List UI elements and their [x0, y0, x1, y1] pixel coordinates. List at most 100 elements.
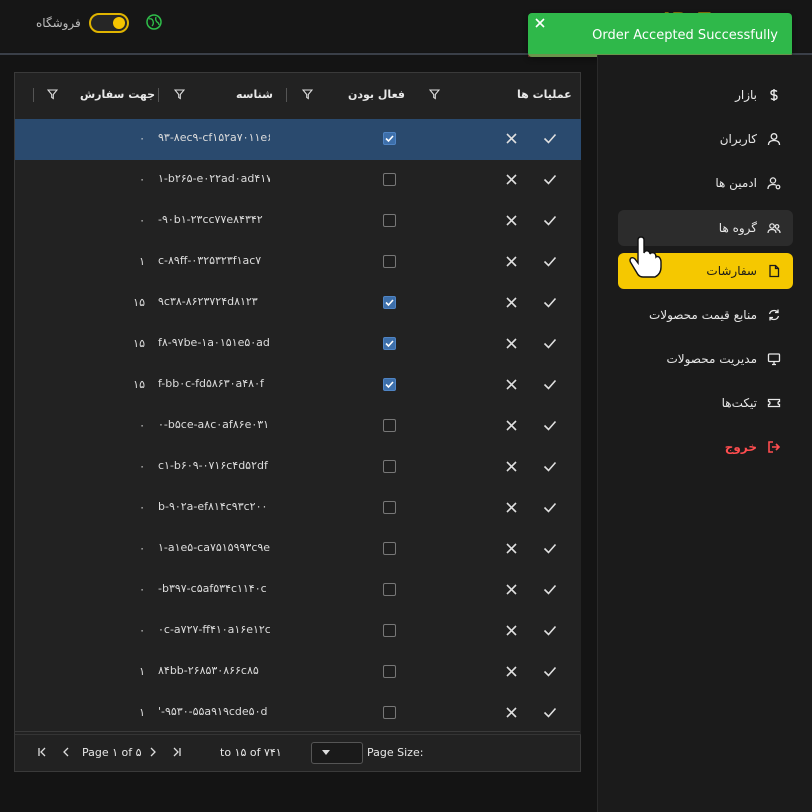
table-row[interactable]: ۰ ۰c-a۷۲۷-ff۴۱۰a۱۶e۱۲c	[15, 611, 581, 653]
active-checkbox[interactable]	[383, 706, 396, 719]
reject-icon[interactable]	[505, 132, 518, 145]
sidebar-item-8[interactable]: خروج	[618, 429, 793, 465]
order-direction-cell: ۱۵	[133, 337, 145, 350]
accept-icon[interactable]	[543, 665, 557, 678]
dollar-icon	[770, 89, 778, 101]
order-direction-cell: ۰	[139, 132, 145, 145]
page-size-select[interactable]	[311, 742, 363, 764]
reject-icon[interactable]	[505, 460, 518, 473]
accept-icon[interactable]	[543, 296, 557, 309]
active-checkbox[interactable]	[383, 378, 396, 391]
refresh-icon	[768, 309, 780, 321]
hand-cursor-icon	[629, 236, 662, 278]
active-checkbox[interactable]	[383, 255, 396, 268]
table-row[interactable]: ۱۵ f-bb۰c-fd۵۸۶۳۰a۴۸۰f	[15, 365, 581, 407]
active-checkbox[interactable]	[383, 460, 396, 473]
sidebar-item-0[interactable]: بازار	[618, 77, 793, 113]
table-row[interactable]: ۱۵ f۸-۹۷be-۱a۰۱۵۱e۵۰ad۱	[15, 324, 581, 366]
accept-icon[interactable]	[543, 378, 557, 391]
active-checkbox[interactable]	[383, 419, 396, 432]
column-separator[interactable]	[33, 88, 34, 102]
active-checkbox[interactable]	[383, 583, 396, 596]
active-checkbox[interactable]	[383, 214, 396, 227]
accept-icon[interactable]	[543, 337, 557, 350]
globe-icon[interactable]	[146, 14, 162, 30]
sidebar-item-7[interactable]: تیکت‌ها	[618, 385, 793, 421]
column-header-id[interactable]: شناسه	[236, 88, 273, 101]
sidebar-item-6[interactable]: مدیریت محصولات	[618, 341, 793, 377]
active-checkbox[interactable]	[383, 665, 396, 678]
sidebar-item-label: کاربران	[719, 132, 757, 146]
active-checkbox[interactable]	[383, 501, 396, 514]
column-header-direction[interactable]: جهت سفارش	[80, 88, 155, 101]
active-checkbox[interactable]	[383, 132, 396, 145]
active-checkbox[interactable]	[383, 296, 396, 309]
accept-icon[interactable]	[543, 419, 557, 432]
accept-icon[interactable]	[543, 542, 557, 555]
table-row[interactable]: ۰ ۱-b۲۶۵-e۰۲۲ad۰ad۴۱۷	[15, 160, 581, 202]
reject-icon[interactable]	[505, 501, 518, 514]
column-header-operations[interactable]: عملیات ها	[517, 88, 572, 101]
table-row[interactable]: ۰ b-۹۰۲a-ef۸۱۴c۹۳c۲۰۰	[15, 488, 581, 530]
order-id-cell: c-۸۹ff-۰۳۲۵۳۲۳f۱ac۷	[158, 254, 262, 267]
filter-icon[interactable]	[302, 89, 313, 100]
reject-icon[interactable]	[505, 255, 518, 268]
accept-icon[interactable]	[543, 624, 557, 637]
table-row[interactable]: ۰ ۰-b۵ce-a۸c۰af۸۶e۰۳۱	[15, 406, 581, 448]
table-row[interactable]: ۰ ۹۳-۸ec۹-cf۱۵۲a۷۰۱۱e۶	[15, 119, 581, 161]
accept-icon[interactable]	[543, 214, 557, 227]
first-page-icon[interactable]	[37, 747, 47, 757]
last-page-icon[interactable]	[172, 747, 182, 757]
column-separator[interactable]	[158, 88, 159, 102]
table-row[interactable]: ۰ -۹۰b۱-۲۳cc۷۷e۸۴۳۴۲	[15, 201, 581, 243]
order-id-cell: ۰c-a۷۲۷-ff۴۱۰a۱۶e۱۲c	[158, 623, 270, 636]
active-checkbox[interactable]	[383, 542, 396, 555]
order-id-cell: -۹۰b۱-۲۳cc۷۷e۸۴۳۴۲	[158, 213, 263, 226]
reject-icon[interactable]	[505, 665, 518, 678]
active-checkbox[interactable]	[383, 173, 396, 186]
reject-icon[interactable]	[505, 706, 518, 719]
accept-icon[interactable]	[543, 173, 557, 186]
sidebar-item-2[interactable]: ادمین ها	[618, 165, 793, 201]
filter-icon[interactable]	[429, 89, 440, 100]
table-row[interactable]: ۱ '-۹۵۳۰-۵۵a۹۱۹cde۵۰d	[15, 693, 581, 735]
accept-icon[interactable]	[543, 706, 557, 719]
active-checkbox[interactable]	[383, 624, 396, 637]
accept-icon[interactable]	[543, 501, 557, 514]
table-row[interactable]: ۰ c۱-b۶۰۹-۰۷۱۶c۴d۵۲df۰	[15, 447, 581, 489]
reject-icon[interactable]	[505, 337, 518, 350]
sidebar-item-5[interactable]: منابع قیمت محصولات	[618, 297, 793, 333]
sidebar-item-label: خروج	[724, 440, 757, 454]
checkmark-icon	[385, 340, 394, 348]
table-row[interactable]: ۰ -b۳۹۷-c۵af۵۳۴c۱۱۴۰c	[15, 570, 581, 612]
reject-icon[interactable]	[505, 214, 518, 227]
table-row[interactable]: ۱ ۸۴bb-۲۶۸۵۳۰۸۶۶c۸۵	[15, 652, 581, 694]
store-toggle[interactable]	[88, 13, 129, 33]
table-row[interactable]: ۰ ۱-a۱e۵-ca۷۵۱۵۹۹۳c۹e	[15, 529, 581, 571]
filter-icon[interactable]	[47, 89, 58, 100]
reject-icon[interactable]	[505, 542, 518, 555]
close-icon[interactable]	[533, 16, 547, 30]
column-header-active[interactable]: فعال بودن	[348, 88, 405, 101]
reject-icon[interactable]	[505, 378, 518, 391]
reject-icon[interactable]	[505, 296, 518, 309]
reject-icon[interactable]	[505, 173, 518, 186]
sidebar-item-1[interactable]: کاربران	[618, 121, 793, 157]
table-row[interactable]: ۱۵ ۹c۳۸-۸۶۲۳۷۲۴d۸۱۲۳	[15, 283, 581, 325]
accept-icon[interactable]	[543, 583, 557, 596]
accept-icon[interactable]	[543, 255, 557, 268]
accept-icon[interactable]	[543, 132, 557, 145]
prev-page-icon[interactable]	[61, 747, 71, 757]
filter-icon[interactable]	[174, 89, 185, 100]
reject-icon[interactable]	[505, 419, 518, 432]
accept-icon[interactable]	[543, 460, 557, 473]
order-id-cell: f۸-۹۷be-۱a۰۱۵۱e۵۰ad۱	[158, 336, 270, 349]
reject-icon[interactable]	[505, 583, 518, 596]
next-page-icon[interactable]	[148, 747, 158, 757]
checkmark-icon	[385, 381, 394, 389]
active-checkbox[interactable]	[383, 337, 396, 350]
column-separator[interactable]	[286, 88, 287, 102]
sidebar-item-label: مدیریت محصولات	[666, 352, 757, 366]
reject-icon[interactable]	[505, 624, 518, 637]
table-row[interactable]: ۱ c-۸۹ff-۰۳۲۵۳۲۳f۱ac۷	[15, 242, 581, 284]
